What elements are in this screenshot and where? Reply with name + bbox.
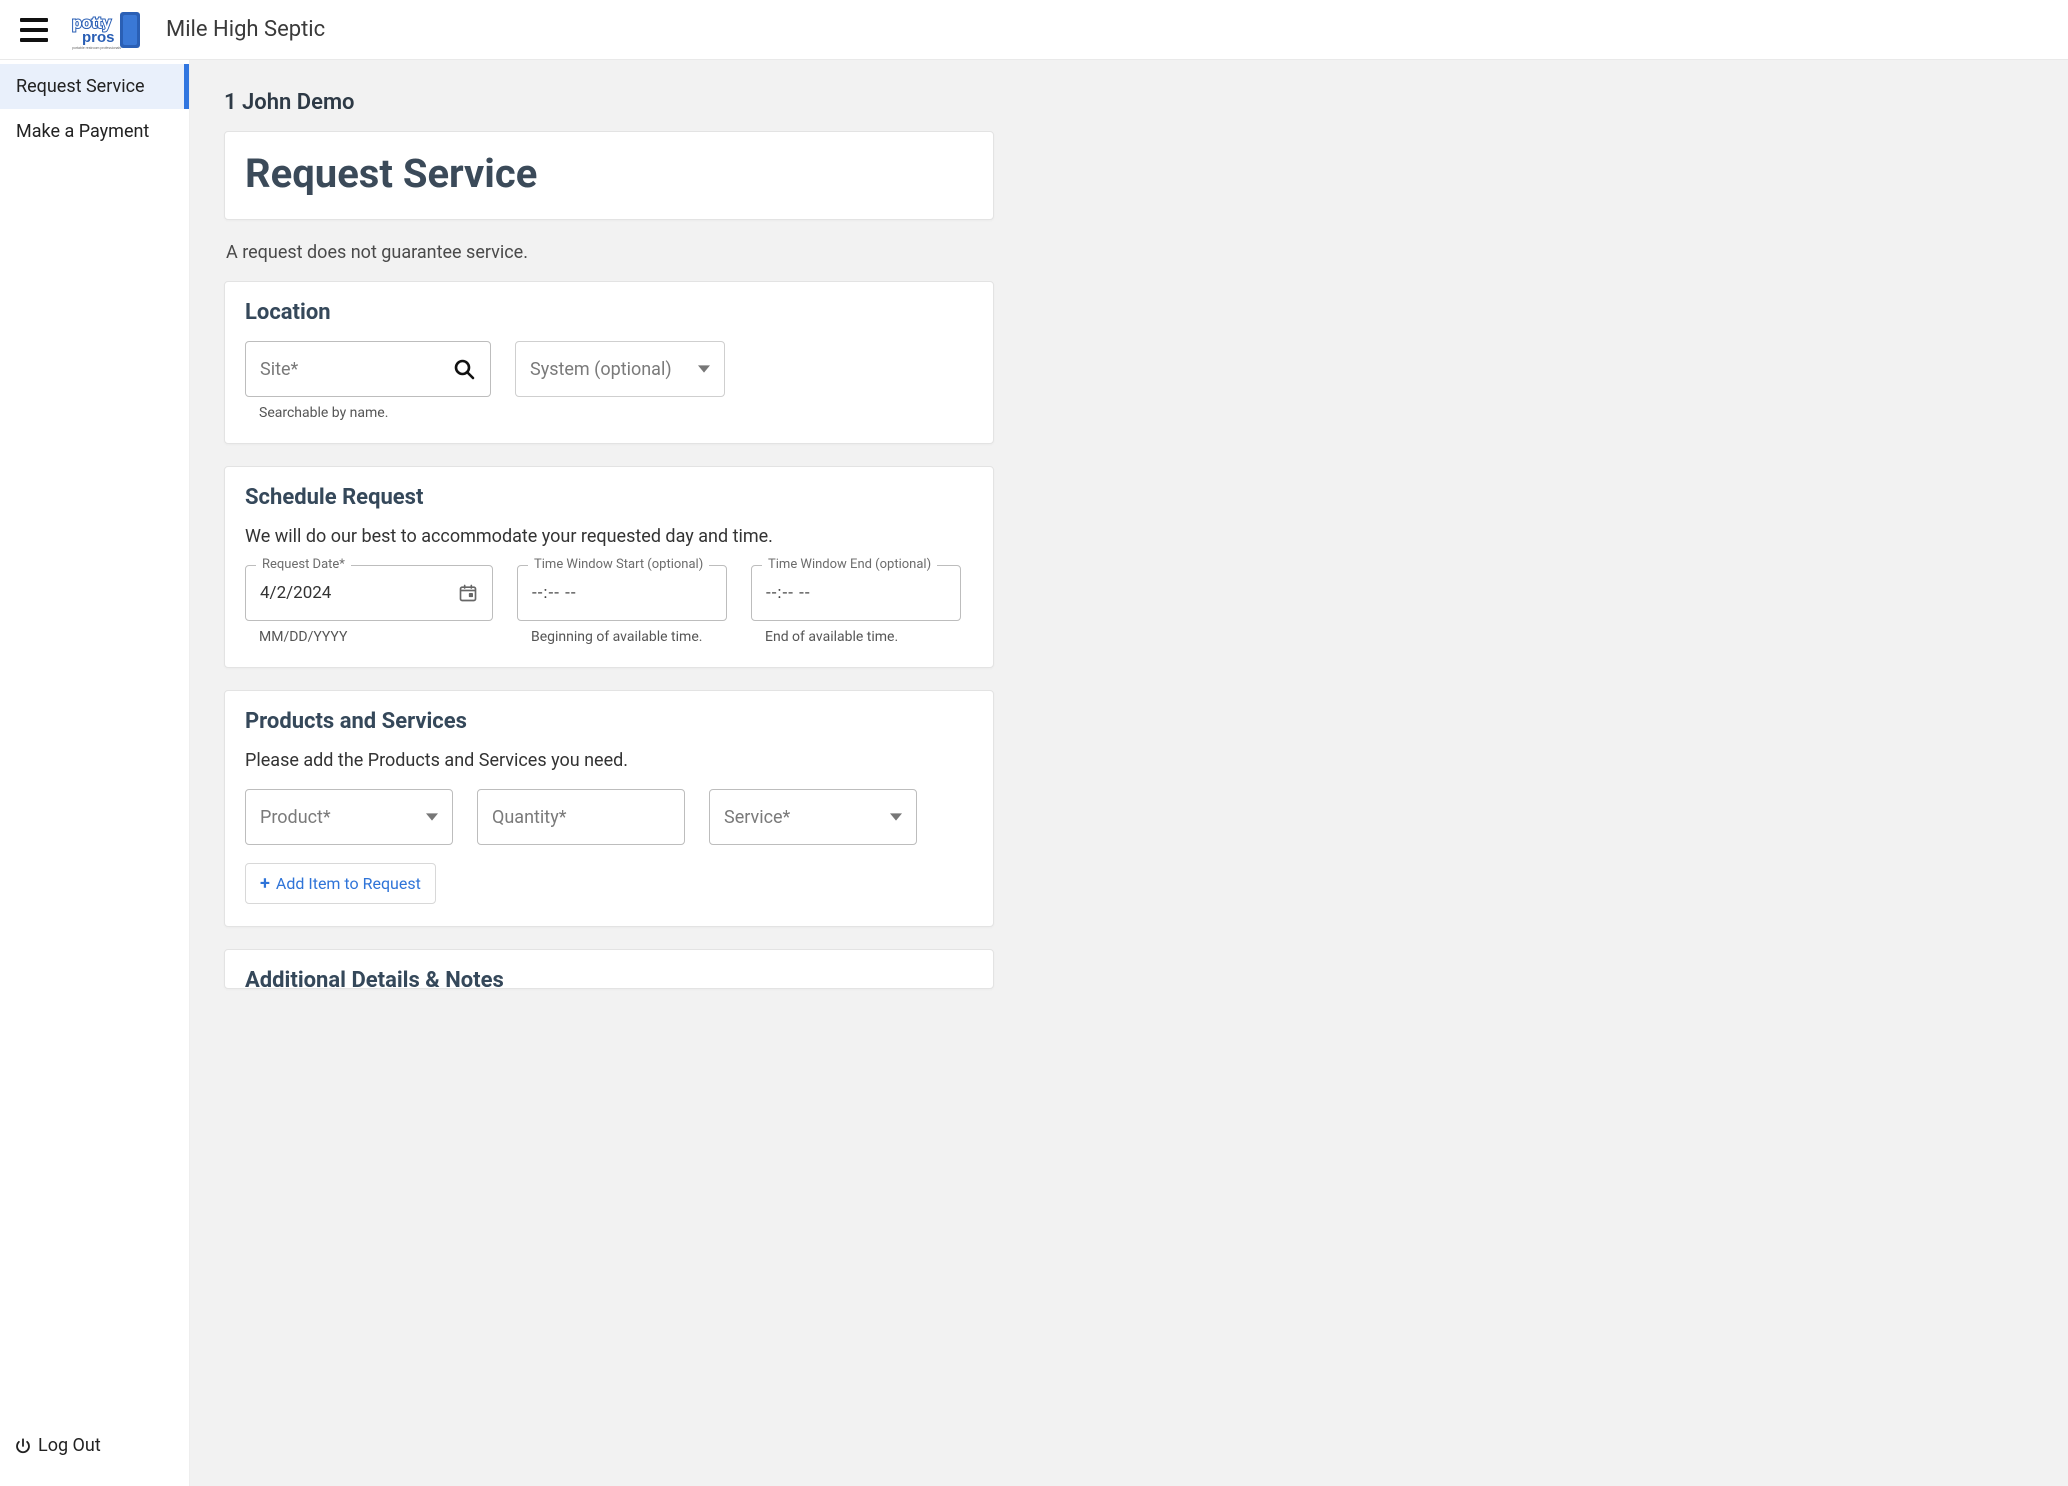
sidebar-item-label: Request Service: [16, 76, 145, 97]
company-name: Mile High Septic: [166, 17, 325, 42]
request-date-helper: MM/DD/YYYY: [259, 629, 491, 645]
section-title-location: Location: [245, 300, 973, 325]
service-select[interactable]: Service*: [709, 789, 917, 845]
product-select[interactable]: Product*: [245, 789, 453, 845]
logo: potty pros portable restroom professiona…: [68, 8, 146, 52]
disclaimer-text: A request does not guarantee service.: [226, 242, 994, 263]
time-end-label: Time Window End (optional): [762, 557, 937, 572]
plus-icon: +: [260, 875, 270, 893]
svg-text:pros: pros: [82, 29, 115, 46]
system-label: System (optional): [530, 359, 698, 380]
request-date-value: 4/2/2024: [260, 583, 458, 603]
account-name: 1 John Demo: [224, 90, 994, 115]
products-desc: Please add the Products and Services you…: [245, 750, 973, 771]
quantity-input[interactable]: Quantity*: [477, 789, 685, 845]
products-section: Products and Services Please add the Pro…: [224, 690, 994, 927]
sidebar-item-request-service[interactable]: Request Service: [0, 64, 189, 109]
chevron-down-icon: [890, 811, 902, 823]
title-card: Request Service: [224, 131, 994, 220]
site-input[interactable]: Site*: [245, 341, 491, 397]
search-icon: [452, 357, 476, 381]
request-date-input[interactable]: Request Date* 4/2/2024: [245, 565, 493, 621]
request-date-label: Request Date*: [256, 557, 351, 572]
section-title-details: Additional Details & Notes: [245, 968, 973, 989]
time-start-label: Time Window Start (optional): [528, 557, 709, 572]
location-section: Location Site* Searchable: [224, 281, 994, 444]
time-start-value: --:-- --: [532, 583, 712, 603]
schedule-desc: We will do our best to accommodate your …: [245, 526, 973, 547]
logout-button[interactable]: Log Out: [14, 1435, 175, 1456]
product-label: Product*: [260, 807, 426, 828]
topbar: potty pros portable restroom professiona…: [0, 0, 2068, 60]
calendar-icon: [458, 583, 478, 603]
svg-text:portable restroom professional: portable restroom professionals: [72, 46, 121, 50]
sidebar-item-label: Make a Payment: [16, 121, 149, 142]
chevron-down-icon: [426, 811, 438, 823]
add-item-label: Add Item to Request: [276, 874, 421, 893]
main-content: 1 John Demo Request Service A request do…: [190, 60, 2068, 1486]
logout-label: Log Out: [38, 1435, 101, 1456]
time-end-helper: End of available time.: [765, 629, 959, 645]
page-title: Request Service: [245, 150, 973, 197]
site-helper: Searchable by name.: [259, 405, 489, 421]
time-start-helper: Beginning of available time.: [531, 629, 725, 645]
quantity-label: Quantity*: [492, 807, 670, 828]
chevron-down-icon: [698, 363, 710, 375]
add-item-button[interactable]: + Add Item to Request: [245, 863, 436, 904]
schedule-section: Schedule Request We will do our best to …: [224, 466, 994, 668]
service-label: Service*: [724, 807, 890, 828]
site-label: Site*: [260, 359, 452, 380]
section-title-schedule: Schedule Request: [245, 485, 973, 510]
system-select[interactable]: System (optional): [515, 341, 725, 397]
sidebar: Request Service Make a Payment Log Out: [0, 60, 190, 1486]
time-start-input[interactable]: Time Window Start (optional) --:-- --: [517, 565, 727, 621]
power-icon: [14, 1437, 32, 1455]
sidebar-item-make-payment[interactable]: Make a Payment: [0, 109, 189, 154]
time-end-value: --:-- --: [766, 583, 946, 603]
details-section: Additional Details & Notes: [224, 949, 994, 989]
section-title-products: Products and Services: [245, 709, 973, 734]
time-end-input[interactable]: Time Window End (optional) --:-- --: [751, 565, 961, 621]
menu-icon[interactable]: [20, 18, 48, 42]
